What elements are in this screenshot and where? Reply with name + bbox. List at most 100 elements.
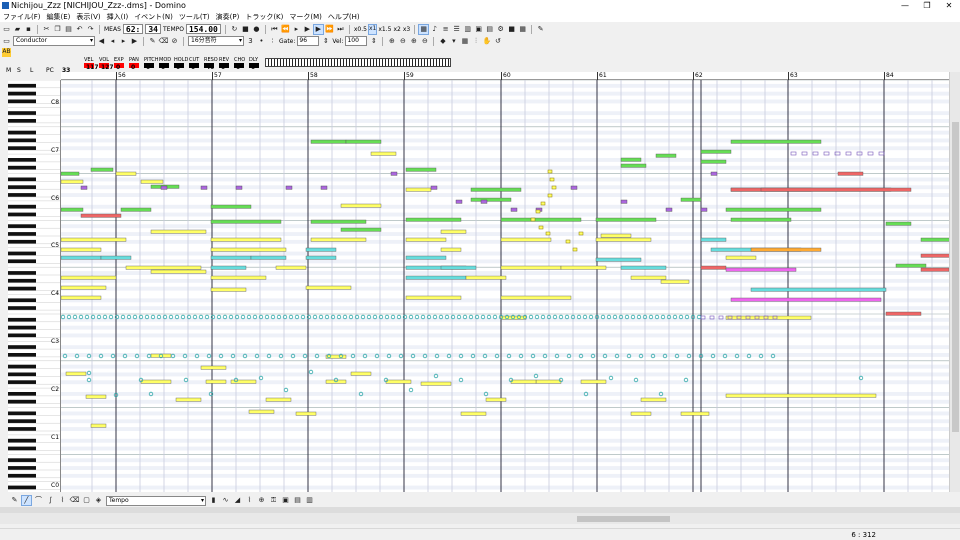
paste-icon[interactable]: ▤ [64, 25, 73, 34]
note[interactable] [510, 207, 518, 212]
note[interactable] [160, 185, 168, 190]
close-button[interactable]: ✕ [938, 1, 960, 10]
piano-roll-view-icon[interactable]: ▦ [418, 23, 430, 35]
stop-icon[interactable]: ■ [241, 25, 250, 34]
new-file-icon[interactable]: ▭ [2, 25, 11, 34]
redo-icon[interactable]: ↷ [86, 25, 95, 34]
black-key[interactable] [8, 466, 36, 470]
note[interactable] [210, 287, 247, 292]
note[interactable] [265, 397, 292, 402]
black-key[interactable] [8, 83, 36, 88]
note[interactable] [310, 219, 367, 224]
fast-forward-icon[interactable]: ⏩ [325, 25, 334, 34]
black-key[interactable] [8, 364, 36, 369]
go-end-icon[interactable]: ⏭ [336, 25, 345, 34]
note[interactable] [885, 311, 922, 316]
note[interactable] [465, 275, 507, 280]
note[interactable] [90, 423, 107, 428]
note[interactable] [538, 225, 544, 230]
note[interactable] [390, 171, 398, 176]
mini-keyboard[interactable] [265, 58, 451, 67]
note[interactable] [150, 269, 207, 274]
random-tool-icon[interactable]: ⌇ [58, 496, 67, 505]
triplet-icon[interactable]: 3 [246, 37, 255, 46]
note[interactable] [480, 199, 488, 204]
monitor-icon[interactable]: ▣ [474, 25, 483, 34]
note[interactable] [500, 265, 562, 270]
black-key[interactable] [8, 251, 36, 256]
menu-event[interactable]: イベント(N) [131, 12, 176, 22]
ab-marker-icon[interactable]: AB [2, 47, 11, 57]
note[interactable] [549, 177, 555, 182]
note[interactable] [535, 379, 562, 384]
menu-edit[interactable]: 編集(E) [44, 12, 74, 22]
note[interactable] [248, 409, 275, 414]
note[interactable] [885, 221, 912, 226]
black-key[interactable] [8, 239, 36, 244]
note[interactable] [630, 411, 652, 416]
select-tool-icon[interactable]: ▢ [82, 496, 91, 505]
note[interactable] [570, 185, 578, 190]
dot-icon[interactable]: • [257, 37, 266, 46]
align-icon[interactable]: ⫶ [471, 37, 480, 46]
dotted-icon[interactable]: ∶ [268, 37, 277, 46]
note[interactable] [660, 279, 690, 284]
note[interactable] [595, 257, 642, 262]
black-key[interactable] [8, 286, 36, 291]
note[interactable] [405, 237, 447, 242]
note[interactable] [175, 397, 202, 402]
vertical-scrollbar[interactable] [949, 72, 960, 492]
event-list-icon[interactable]: ≡ [441, 25, 450, 34]
save-curve-icon[interactable]: ▤ [293, 496, 302, 505]
play-from-icon[interactable]: ▸ [292, 25, 301, 34]
note[interactable] [500, 237, 552, 242]
note[interactable] [680, 197, 702, 202]
black-key[interactable] [8, 419, 36, 424]
note[interactable] [655, 153, 677, 158]
black-key[interactable] [8, 278, 36, 283]
note[interactable] [305, 247, 337, 252]
piano-keys[interactable] [8, 80, 61, 492]
note[interactable] [725, 255, 757, 260]
black-key[interactable] [8, 411, 36, 416]
piano-roll[interactable] [61, 80, 949, 492]
note[interactable] [710, 171, 718, 176]
menu-view[interactable]: 表示(V) [73, 12, 103, 22]
note[interactable] [730, 297, 882, 302]
settings-icon[interactable]: ⚙ [496, 25, 505, 34]
speed-x2[interactable]: x2 [393, 26, 400, 33]
note[interactable] [578, 231, 584, 236]
black-key[interactable] [8, 119, 36, 123]
menu-play[interactable]: 演奏(P) [213, 12, 243, 22]
note[interactable] [725, 207, 822, 212]
note[interactable] [65, 371, 87, 376]
black-key[interactable] [8, 111, 36, 116]
black-key[interactable] [8, 193, 36, 197]
black-key[interactable] [8, 146, 36, 151]
note[interactable] [665, 207, 673, 212]
note[interactable] [275, 265, 307, 270]
horizontal-scrollbar[interactable] [0, 513, 960, 524]
black-key[interactable] [8, 372, 36, 377]
speed-x1[interactable]: x1 [367, 23, 378, 35]
black-key[interactable] [8, 458, 36, 463]
note[interactable] [295, 411, 317, 416]
plus-icon[interactable]: ⊕ [257, 496, 266, 505]
note[interactable] [210, 255, 252, 260]
track-list-icon[interactable]: ☰ [452, 25, 461, 34]
note[interactable] [235, 185, 243, 190]
note[interactable] [455, 199, 463, 204]
nav-last-icon[interactable]: ▶ [130, 37, 139, 46]
menu-tools[interactable]: ツール(T) [176, 12, 213, 22]
speed-x05[interactable]: x0.5 [354, 26, 367, 33]
note[interactable] [725, 393, 877, 398]
black-key[interactable] [8, 325, 36, 330]
event-type-select[interactable]: Tempo [106, 495, 206, 506]
maximize-button[interactable]: ❐ [916, 1, 938, 10]
curve-tool-icon[interactable]: ⌒ [34, 496, 43, 505]
black-key[interactable] [8, 333, 36, 338]
note[interactable] [320, 185, 328, 190]
black-key[interactable] [8, 298, 36, 303]
staff-view-icon[interactable]: ♪ [430, 25, 439, 34]
note[interactable] [440, 265, 477, 270]
